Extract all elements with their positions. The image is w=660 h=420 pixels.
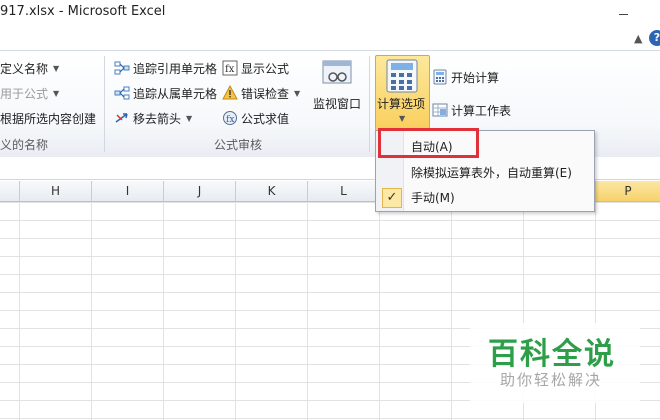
ribbon-tab-row: ▲ ? (0, 28, 660, 50)
column-header-p[interactable]: P (596, 181, 660, 201)
grid-line (163, 202, 164, 420)
help-icon[interactable]: ? (649, 30, 660, 46)
show-formulas-button[interactable]: fx 显示公式 (222, 57, 289, 79)
trace-precedents-button[interactable]: 追踪引用单元格 (114, 57, 217, 79)
create-from-selection-label: 根据所选内容创建 (0, 111, 97, 126)
evaluate-formula-icon: fx (222, 110, 238, 126)
create-from-selection-button[interactable]: 根据所选内容创建 (0, 107, 96, 129)
trace-dependents-button[interactable]: 追踪从属单元格 (114, 82, 217, 104)
column-header-h[interactable]: H (20, 181, 92, 201)
column-header-k[interactable]: K (236, 181, 308, 201)
grid-line (307, 202, 308, 420)
column-header-partial[interactable] (0, 181, 20, 201)
grid-line (235, 202, 236, 420)
remove-arrows-button[interactable]: 移去箭头 ▼ (114, 107, 192, 129)
trace-dependents-icon (114, 85, 130, 101)
collapse-ribbon-icon[interactable]: ▲ (634, 32, 642, 45)
watermark-sub-text: 助你轻松解决 (500, 371, 603, 389)
trace-precedents-icon (114, 60, 130, 76)
minimize-button[interactable] (614, 6, 634, 22)
calculator-icon (385, 59, 419, 96)
trace-precedents-label: 追踪引用单元格 (133, 61, 218, 76)
chevron-down-icon: ▼ (53, 88, 60, 98)
remove-arrows-icon (114, 110, 130, 126)
calculate-sheet-icon (432, 102, 448, 118)
group-divider (369, 56, 370, 152)
evaluate-formula-label: 公式求值 (241, 111, 290, 126)
chevron-down-icon: ▼ (186, 113, 193, 123)
calculate-sheet-button[interactable]: 计算工作表 (432, 99, 511, 121)
chevron-down-icon: ▼ (399, 114, 406, 123)
grid-line (379, 202, 380, 420)
use-in-formula-label: 用于公式 (0, 86, 49, 101)
calculation-options-label: 计算选项 (377, 97, 426, 111)
defined-names-group-label: 义的名称 (0, 138, 49, 152)
error-checking-icon (222, 84, 238, 101)
grid-line (451, 202, 452, 420)
highlight-annotation-box (378, 128, 479, 158)
column-header-l[interactable]: L (308, 181, 380, 201)
define-name-label: 定义名称 (0, 61, 49, 76)
group-divider (104, 56, 105, 152)
svg-text:fx: fx (225, 64, 235, 75)
show-formulas-icon: fx (222, 60, 238, 76)
grid-line (19, 202, 20, 420)
remove-arrows-label: 移去箭头 (133, 111, 182, 126)
calculate-now-button[interactable]: 开始计算 (432, 66, 499, 88)
calculate-now-icon (432, 69, 448, 85)
watermark-main-text: 百科全说 (488, 337, 616, 372)
show-formulas-label: 显示公式 (241, 61, 290, 76)
menu-item-automatic-except-tables-label: 除模拟运算表外，自动重算(E) (411, 166, 572, 180)
window-title: 917.xlsx - Microsoft Excel (0, 4, 166, 19)
calculation-options-button[interactable]: 计算选项 ▼ (375, 55, 430, 131)
formula-auditing-group-label: 公式审核 (214, 138, 263, 152)
checkmark-icon: ✓ (382, 188, 402, 208)
grid-line (91, 202, 92, 420)
title-bar: 917.xlsx - Microsoft Excel (0, 0, 660, 28)
chevron-down-icon: ▼ (294, 88, 301, 98)
column-header-i[interactable]: I (92, 181, 164, 201)
define-name-button[interactable]: 定义名称 ▼ (0, 57, 59, 79)
menu-item-manual[interactable]: ✓ 手动(M) (376, 186, 594, 210)
watch-window-label: 监视窗口 (313, 97, 362, 111)
watch-window-icon (320, 58, 354, 93)
evaluate-formula-button[interactable]: fx 公式求值 (222, 107, 289, 129)
error-checking-button[interactable]: 错误检查 ▼ (222, 82, 300, 104)
watermark-logo: 百科全说 助你轻松解决 (470, 323, 640, 403)
calculate-now-label: 开始计算 (451, 70, 500, 85)
column-header-j[interactable]: J (164, 181, 236, 201)
trace-dependents-label: 追踪从属单元格 (133, 86, 218, 101)
chevron-down-icon: ▼ (53, 63, 60, 73)
menu-item-manual-label: 手动(M) (411, 191, 455, 205)
calculate-sheet-label: 计算工作表 (451, 103, 512, 118)
use-in-formula-button[interactable]: 用于公式 ▼ (0, 82, 59, 104)
error-checking-label: 错误检查 (241, 86, 290, 101)
menu-item-automatic-except-tables[interactable]: 除模拟运算表外，自动重算(E) (376, 161, 594, 185)
watch-window-button[interactable]: 监视窗口 (313, 58, 361, 112)
svg-text:fx: fx (226, 115, 234, 125)
